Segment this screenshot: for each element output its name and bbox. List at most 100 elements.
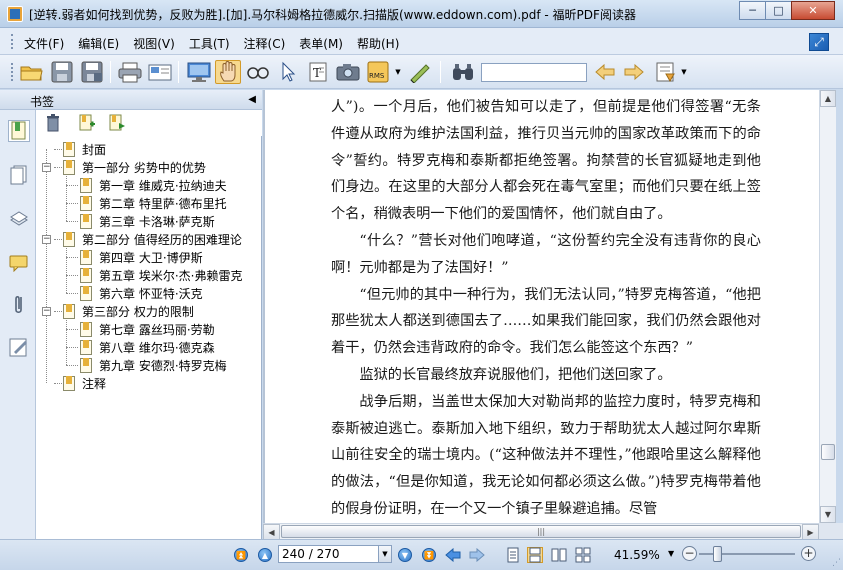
open-folder-icon[interactable] [19,60,45,84]
bookmark-item[interactable]: − 第一部分 劣势中的优势 [42,158,206,176]
go-back-icon[interactable] [445,547,461,563]
paragraph: 战争后期，当盖世太保加大对勒尚邦的监控力度时，特罗克梅和泰斯被迫逃亡。泰斯加入地… [331,393,761,517]
bookmark-item[interactable]: − 第二部分 值得经历的困难理论 [42,230,242,248]
bookmark-subitem[interactable]: 第九章 安德烈·特罗克梅 [80,356,227,374]
select-tool-icon[interactable] [275,60,301,84]
horizontal-scrollbar[interactable]: ◀ ||| ▶ [263,523,819,540]
zoom-level[interactable]: 41.59% [614,548,660,562]
single-page-view-icon[interactable] [505,547,521,563]
delete-bookmark-icon[interactable] [44,114,62,132]
bookmark-subitem[interactable]: 第二章 特里萨·德布里托 [80,194,227,212]
attachments-panel-icon[interactable] [8,294,30,316]
find-previous-icon[interactable] [592,60,618,84]
expander-icon[interactable]: − [42,234,51,244]
navigation-rail [0,90,36,539]
menu-item[interactable]: 表单(M) [299,35,343,52]
main-toolbar: T RMS ▼ ▼ [0,55,843,89]
zoom-in-icon[interactable]: + [801,546,816,561]
bookmark-icon [63,141,77,157]
find-next-icon[interactable] [621,60,647,84]
rms-dropdown-icon[interactable]: ▼ [393,60,403,84]
comments-panel-icon[interactable] [8,252,30,274]
full-screen-icon[interactable] [186,60,212,84]
close-button[interactable]: ✕ [791,1,835,20]
bookmark-panel: 书签 ◀ 封面 − 第一部分 劣势中的优势 第一章 维威克·拉纳迪夫 第二章 特里萨·德… [0,90,262,539]
menu-item[interactable]: 帮助(H) [357,35,399,52]
snapshot-icon[interactable] [335,60,361,84]
save-icon[interactable] [49,60,75,84]
bookmark-subitem[interactable]: 第七章 露丝玛丽·劳勒 [80,320,215,338]
menu-grip-handle[interactable] [11,34,14,49]
pages-panel-icon[interactable] [8,164,30,186]
expander-icon[interactable]: − [42,162,51,172]
text-select-icon[interactable]: T [305,60,331,84]
zoom-dropdown-icon[interactable]: ▼ [668,549,674,558]
scroll-up-icon[interactable]: ▲ [820,90,836,107]
toolbar-grip-handle[interactable] [11,63,14,81]
page-dropdown-icon[interactable]: ▼ [378,546,391,562]
continuous-view-icon[interactable] [527,547,543,563]
bookmark-icon [80,249,94,265]
bookmark-icon [63,303,77,319]
find-text-input[interactable] [481,63,587,82]
facing-view-icon[interactable] [551,547,567,563]
expand-bookmark-icon[interactable] [108,114,126,132]
menu-item[interactable]: 注释(C) [244,35,286,52]
document-view[interactable]: 人”)。一个月后，他们被告知可以走了，但前提是他们得签署“无条件遵从政府为维护法… [263,90,819,523]
hand-tool-icon[interactable] [215,60,241,84]
expander-icon[interactable]: − [42,306,51,316]
binoculars-find-icon[interactable] [450,60,476,84]
previous-page-icon[interactable]: ▲ [257,547,273,563]
bookmark-item[interactable]: 封面 [42,140,106,158]
new-bookmark-icon[interactable] [78,114,96,132]
collapse-panel-button[interactable]: ◀ [248,94,256,105]
bookmark-subitem[interactable]: 第六章 怀亚特·沃克 [80,284,203,302]
vertical-scroll-thumb[interactable] [821,444,835,460]
menu-item[interactable]: 工具(T) [189,35,230,52]
go-forward-icon[interactable] [469,547,485,563]
next-page-icon[interactable]: ▼ [397,547,413,563]
last-page-icon[interactable]: ⏬ [421,547,437,563]
bookmark-label: 第三部分 权力的限制 [82,304,194,319]
signatures-panel-icon[interactable] [8,336,30,358]
panel-header: 书签 ◀ [0,90,262,110]
menu-item[interactable]: 编辑(E) [78,35,119,52]
menu-item[interactable]: 视图(V) [133,35,175,52]
resize-grip-icon[interactable]: ⋰ [832,558,841,568]
maximize-button[interactable]: □ [765,1,792,20]
scroll-left-icon[interactable]: ◀ [263,524,280,540]
menu-item[interactable]: 文件(F) [24,35,64,52]
vertical-scrollbar[interactable]: ▲ ▼ [819,90,836,523]
bookmark-subitem[interactable]: 第八章 维尔玛·德克森 [80,338,215,356]
stamp-icon[interactable] [653,60,679,84]
first-page-icon[interactable]: ⏫ [233,547,249,563]
rms-icon[interactable]: RMS [366,60,392,84]
bookmark-subitem[interactable]: 第一章 维威克·拉纳迪夫 [80,176,227,194]
page-number-field[interactable]: 240 / 270 ▼ [278,545,392,563]
sign-icon[interactable] [407,60,433,84]
save-as-icon[interactable] [79,60,105,84]
paragraph: “什么？”营长对他们咆哮道，“这份誓约完全没有违背你的良心啊！元帅都是为了法国好… [331,232,761,276]
minimize-button[interactable]: ─ [739,1,766,20]
bookmark-subitem[interactable]: 第五章 埃米尔·杰·弗赖雷克 [80,266,242,284]
stamp-dropdown-icon[interactable]: ▼ [679,60,689,84]
restore-layout-icon[interactable]: ⤢ [809,33,829,51]
scroll-down-icon[interactable]: ▼ [820,506,836,523]
zoom-out-icon[interactable]: − [682,546,697,561]
bookmark-item[interactable]: − 第三部分 权力的限制 [42,302,194,320]
horizontal-scroll-thumb[interactable]: ||| [281,525,801,538]
bookmark-subitem[interactable]: 第四章 大卫·博伊斯 [80,248,203,266]
page-text: 人”)。一个月后，他们被告知可以走了，但前提是他们得签署“无条件遵从政府为维护法… [331,94,761,523]
bookmark-subitem[interactable]: 第三章 卡洛琳·萨克斯 [80,212,215,230]
continuous-facing-view-icon[interactable] [575,547,591,563]
email-icon[interactable] [147,60,173,84]
zoom-tool-icon[interactable] [245,60,271,84]
bookmark-label: 第三章 卡洛琳·萨克斯 [99,214,215,229]
bookmark-icon [80,213,94,229]
layers-panel-icon[interactable] [8,208,30,230]
print-icon[interactable] [117,60,143,84]
bookmark-item[interactable]: 注释 [42,374,106,392]
bookmarks-panel-icon[interactable] [8,120,30,142]
scroll-right-icon[interactable]: ▶ [802,524,819,540]
zoom-slider-thumb[interactable] [713,546,722,562]
